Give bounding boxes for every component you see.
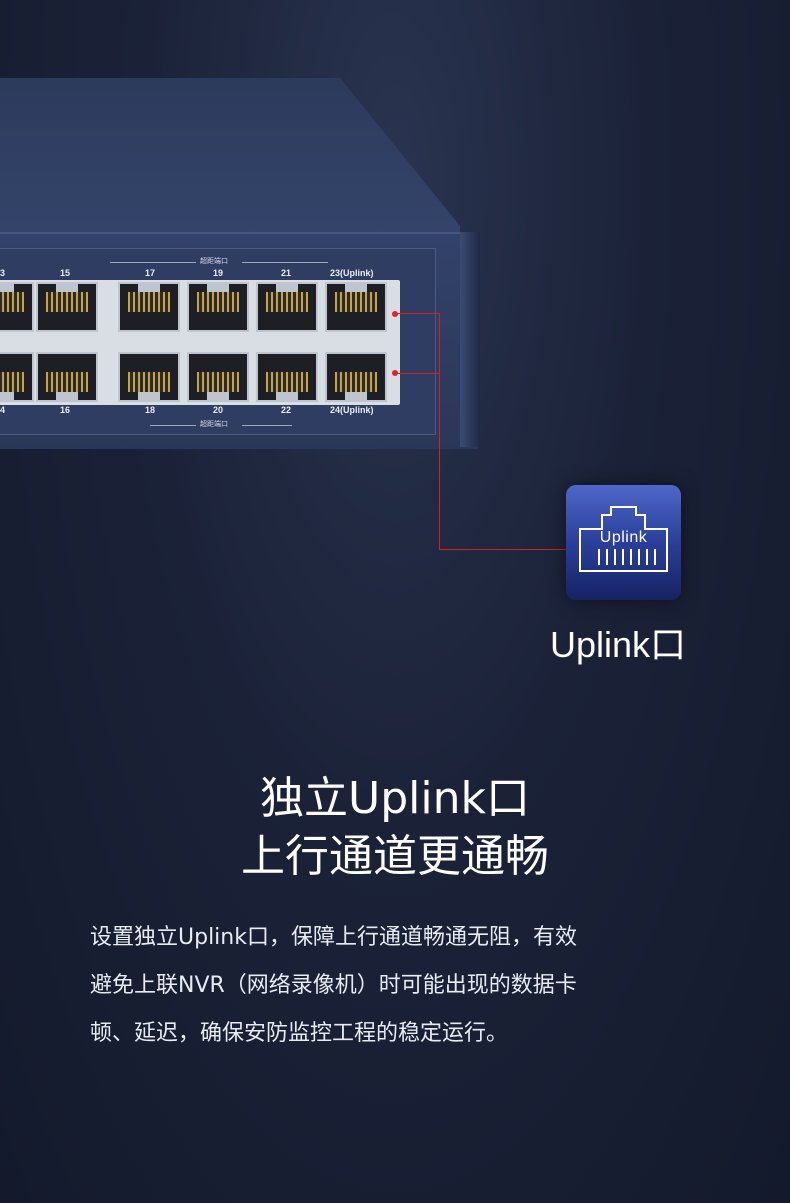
uplink-caption: Uplink口 xyxy=(550,624,687,665)
ethernet-port xyxy=(187,282,249,332)
body-line-1: 设置独立Uplink口，保障上行通道畅通无阻，有效 xyxy=(90,925,577,950)
connector-line xyxy=(397,373,440,374)
body-line-2: 避免上联NVR（网络录像机）时可能出现的数据卡 xyxy=(90,973,577,998)
port-number-15: 15 xyxy=(60,268,71,278)
switch-top-cover xyxy=(0,78,460,238)
uplink-icon-label: Uplink xyxy=(599,529,648,546)
port-number-16: 16 xyxy=(60,405,71,415)
ethernet-port xyxy=(187,352,249,402)
port-number-4: 4 xyxy=(0,405,6,415)
super-distance-label-bottom: 超距端口 xyxy=(200,420,228,428)
port-number-24-uplink: 24(Uplink) xyxy=(330,405,374,415)
ethernet-port xyxy=(36,282,98,332)
port-number-17: 17 xyxy=(145,268,156,278)
port-number-3: 3 xyxy=(0,268,6,278)
port-number-22: 22 xyxy=(281,405,292,415)
body-line-3: 顿、延迟，确保安防监控工程的稳定运行。 xyxy=(90,1021,509,1046)
bracket-line xyxy=(110,262,196,263)
connector-line xyxy=(439,313,440,550)
uplink-indicator-dot xyxy=(392,311,398,317)
ethernet-port xyxy=(256,352,318,402)
connector-line xyxy=(397,313,440,314)
connector-line xyxy=(439,549,567,550)
uplink-port-23 xyxy=(325,282,387,332)
port-number-18: 18 xyxy=(145,405,156,415)
uplink-port-icon: Uplink xyxy=(566,485,681,600)
bracket-line xyxy=(242,425,292,426)
headline-line-1: 独立Uplink口 xyxy=(260,773,530,824)
port-number-23-uplink: 23(Uplink) xyxy=(330,268,374,278)
ethernet-port xyxy=(0,282,34,332)
bracket-line xyxy=(242,262,328,263)
port-number-21: 21 xyxy=(281,268,292,278)
port-number-19: 19 xyxy=(213,268,224,278)
headline-line-2: 上行通道更通畅 xyxy=(241,831,549,882)
switch-side xyxy=(460,232,480,447)
uplink-port-24 xyxy=(325,352,387,402)
super-distance-label-top: 超距端口 xyxy=(200,257,228,265)
ethernet-port xyxy=(36,352,98,402)
ethernet-port xyxy=(0,352,34,402)
port-number-20: 20 xyxy=(213,405,224,415)
bracket-line xyxy=(150,425,196,426)
ethernet-port xyxy=(256,282,318,332)
ethernet-port xyxy=(118,282,180,332)
ethernet-port xyxy=(118,352,180,402)
page: 3 15 17 19 21 23(Uplink) 超距端口 4 16 18 20… xyxy=(0,0,790,1203)
